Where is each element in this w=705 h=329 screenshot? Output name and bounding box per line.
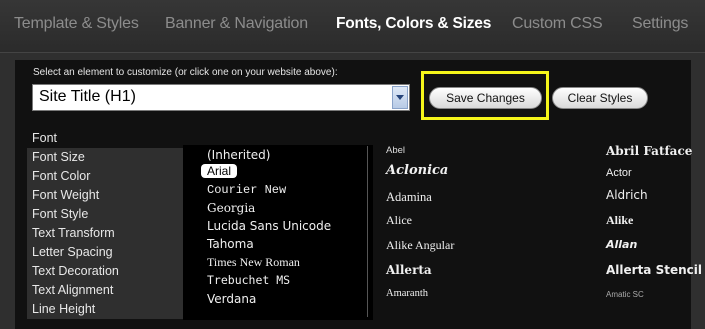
font-option-trebuchet-ms[interactable]: Trebuchet MS [207,273,290,287]
font-option-tahoma[interactable]: Tahoma [207,237,254,251]
save-changes-button[interactable]: Save Changes [429,87,542,109]
gfont-option-alike[interactable]: Alike [606,213,633,228]
chevron-down-icon[interactable] [392,86,408,109]
tab-banner-navigation[interactable]: Banner & Navigation [165,15,308,33]
clear-styles-button[interactable]: Clear Styles [552,87,648,109]
property-item-font-weight[interactable]: Font Weight [27,186,183,205]
gfont-option-abel[interactable]: Abel [386,145,405,156]
property-item-letter-spacing[interactable]: Letter Spacing [27,243,183,262]
font-option-times-new-roman[interactable]: Times New Roman [207,255,300,270]
property-item-font-style[interactable]: Font Style [27,205,183,224]
property-item-text-transform[interactable]: Text Transform [27,224,183,243]
gfont-option-actor[interactable]: Actor [606,167,632,179]
tab-template-styles[interactable]: Template & Styles [14,15,139,33]
gfont-option-adamina[interactable]: Adamina [386,190,432,205]
gfont-option-abril-fatface[interactable]: Abril Fatface [606,144,692,158]
font-option-inherited[interactable]: (Inherited) [207,148,270,162]
gfont-option-allerta[interactable]: Allerta [386,263,432,277]
element-prompt-label: Select an element to customize (or click… [33,67,338,78]
element-select[interactable]: Site Title (H1) [32,84,410,111]
tab-settings[interactable]: Settings [632,15,688,33]
font-option-arial[interactable]: Arial [201,164,238,178]
tab-fonts-colors-sizes[interactable]: Fonts, Colors & Sizes [336,15,491,33]
property-item-font[interactable]: Font [27,129,183,148]
gfont-option-alike-angular[interactable]: Alike Angular [386,238,454,253]
property-item-font-color[interactable]: Font Color [27,167,183,186]
gfont-option-alice[interactable]: Alice [386,213,412,228]
gfont-option-aclonica[interactable]: Aclonica [386,163,448,178]
gfont-option-allan[interactable]: Allan [606,238,637,251]
property-item-text-decoration[interactable]: Text Decoration [27,262,183,281]
gfont-option-amaranth[interactable]: Amaranth [386,288,428,299]
font-column-divider [367,146,368,317]
top-tab-bar: Template & Styles Banner & Navigation Fo… [0,0,705,53]
property-item-text-alignment[interactable]: Text Alignment [27,281,183,300]
gfont-option-allerta-stencil[interactable]: Allerta Stencil [606,263,702,277]
font-option-courier-new[interactable]: Courier New [207,183,286,197]
font-option-lucida-sans-unicode[interactable]: Lucida Sans Unicode [207,219,331,233]
font-option-verdana[interactable]: Verdana [207,292,256,306]
gfont-option-amatic-sc[interactable]: Amatic SC [606,290,644,299]
gfont-option-aldrich[interactable]: Aldrich [606,188,648,202]
font-option-georgia[interactable]: Georgia [207,201,255,215]
tab-custom-css[interactable]: Custom CSS [512,15,603,33]
property-item-font-size[interactable]: Font Size [27,148,183,167]
property-item-line-height[interactable]: Line Height [27,300,183,319]
element-select-value: Site Title (H1) [39,88,136,105]
